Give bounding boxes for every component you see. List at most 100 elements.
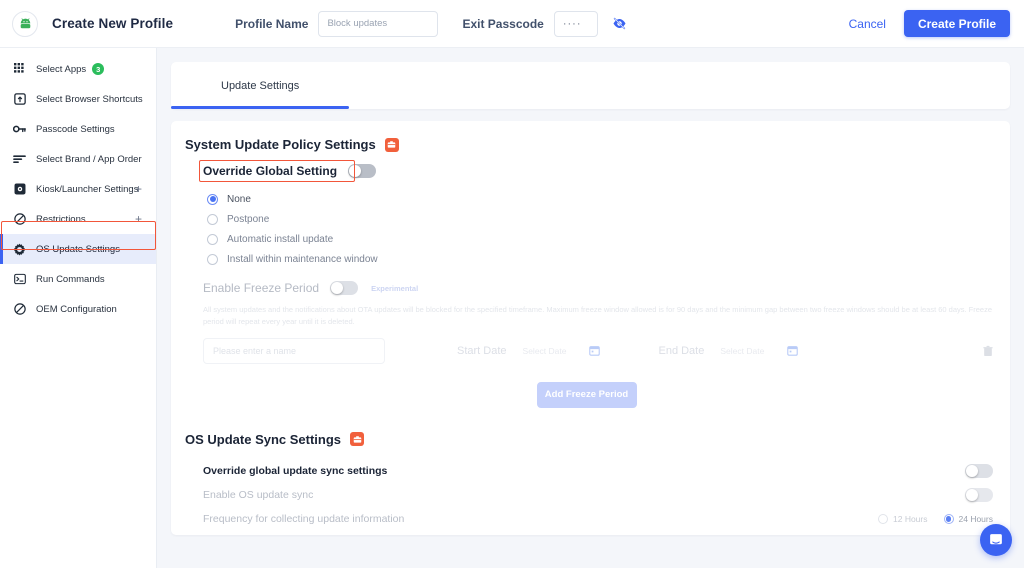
override-global-setting-row: Override Global Setting [203, 164, 377, 178]
radio-option-none[interactable]: None [207, 189, 988, 209]
profile-name-label: Profile Name [235, 16, 309, 31]
experimental-badge: Experimental [371, 283, 419, 293]
key-icon [12, 122, 27, 137]
radio-icon [207, 253, 218, 265]
sidebar-item-label: Select Browser Shortcuts [36, 93, 143, 105]
frequency-option-24-hours[interactable]: 24 Hours [943, 513, 993, 524]
radio-icon [207, 233, 218, 245]
start-date-input[interactable]: Select Date [523, 346, 567, 356]
sidebar-item-os-update-settings[interactable]: OS Update Settings [0, 234, 156, 264]
exit-passcode-value: ···· [562, 17, 582, 30]
cancel-button[interactable]: Cancel [849, 17, 886, 31]
tab-active-underline [171, 106, 349, 109]
add-freeze-period-button[interactable]: Add Freeze Period [536, 381, 637, 408]
sidebar-item-restrictions[interactable]: Restrictions + [0, 204, 156, 234]
end-date-label: End Date [658, 344, 705, 357]
sidebar-item-label: OEM Configuration [36, 303, 117, 315]
tabs-bar: Update Settings [171, 62, 1010, 109]
toggle-knob [349, 165, 362, 177]
sidebar: Select Apps 3 Select Browser Shortcuts P… [0, 48, 157, 568]
kiosk-icon [12, 182, 27, 197]
frequency-options: 12 Hours 24 Hours [878, 513, 993, 524]
sidebar-item-label: Passcode Settings [36, 123, 115, 135]
sidebar-item-select-browser-shortcuts[interactable]: Select Browser Shortcuts [0, 84, 156, 114]
create-profile-button[interactable]: Create Profile [903, 10, 1010, 37]
exit-passcode-label: Exit Passcode [462, 16, 544, 31]
block-circle-icon [12, 212, 27, 227]
toggle-knob [331, 282, 344, 294]
system-update-policy-header: System Update Policy Settings [185, 137, 988, 152]
freeze-period-name-input[interactable]: Please enter a name [203, 337, 385, 364]
browser-shortcut-icon [12, 92, 27, 107]
trash-icon[interactable] [982, 344, 993, 357]
tab-label: Update Settings [221, 79, 300, 92]
override-global-setting-label: Override Global Setting [203, 164, 338, 178]
terminal-icon [12, 272, 27, 287]
start-date-label: Start Date [457, 344, 507, 357]
tab-update-settings[interactable]: Update Settings [221, 62, 299, 109]
sidebar-item-kiosk-launcher-settings[interactable]: Kiosk/Launcher Settings + [0, 174, 156, 204]
sidebar-item-oem-configuration[interactable]: OEM Configuration [0, 294, 156, 324]
main-content: Update Settings System Update Policy Set… [157, 48, 1024, 568]
override-global-sync-label: Override global update sync settings [203, 464, 388, 477]
section-title: System Update Policy Settings [185, 137, 376, 152]
freeze-period-name-placeholder: Please enter a name [213, 345, 297, 356]
radio-option-postpone[interactable]: Postpone [207, 209, 988, 229]
sidebar-item-label: Select Apps [36, 63, 87, 75]
os-update-sync-header: OS Update Sync Settings [185, 432, 988, 447]
radio-option-install-within-maintenance-window[interactable]: Install within maintenance window [207, 249, 988, 269]
eye-off-icon[interactable] [612, 16, 628, 32]
calendar-icon[interactable] [786, 345, 798, 357]
override-global-sync-control [965, 463, 993, 478]
frequency-label: Frequency for collecting update informat… [203, 512, 405, 525]
frequency-option-12-hours[interactable]: 12 Hours [878, 513, 928, 524]
enable-os-update-sync-control [965, 487, 993, 502]
radio-label: Install within maintenance window [227, 253, 378, 265]
profile-name-placeholder: Block updates [327, 18, 388, 29]
exit-passcode-input[interactable]: ···· [553, 10, 598, 37]
work-briefcase-icon [350, 432, 365, 447]
sidebar-item-label: Kiosk/Launcher Settings [36, 183, 139, 195]
select-apps-count-badge: 3 [92, 63, 105, 75]
freeze-period-entry-row: Please enter a name Start Date Select Da… [203, 337, 993, 364]
toggle-knob [966, 488, 978, 501]
sidebar-item-label: OS Update Settings [36, 243, 120, 255]
enable-os-update-sync-row: Enable OS update sync [203, 483, 993, 507]
radio-icon [207, 213, 218, 225]
gear-icon [12, 242, 27, 257]
sidebar-item-label: Restrictions [36, 213, 86, 225]
frequency-option-label: 12 Hours [893, 513, 928, 524]
exit-passcode-group: Exit Passcode ···· [462, 10, 628, 37]
sidebar-item-label: Run Commands [36, 273, 105, 285]
end-date-input[interactable]: Select Date [720, 346, 764, 356]
expand-icon[interactable]: + [135, 183, 142, 195]
block-circle-icon [12, 302, 27, 317]
settings-panel: System Update Policy Settings Override G… [171, 121, 1010, 535]
sort-lines-icon [12, 152, 27, 167]
toggle-knob [966, 464, 978, 477]
override-global-sync-row: Override global update sync settings [203, 459, 993, 483]
sidebar-item-passcode-settings[interactable]: Passcode Settings [0, 114, 156, 144]
enable-os-update-sync-toggle[interactable] [965, 487, 993, 502]
sidebar-item-select-apps[interactable]: Select Apps 3 [0, 54, 156, 84]
frequency-row: Frequency for collecting update informat… [203, 507, 993, 531]
profile-name-group: Profile Name Block updates [235, 10, 439, 37]
profile-name-input[interactable]: Block updates [318, 10, 439, 37]
enable-os-update-sync-label: Enable OS update sync [203, 488, 314, 501]
top-bar: Create New Profile Profile Name Block up… [0, 0, 1024, 48]
radio-label: None [227, 193, 251, 205]
work-briefcase-icon [384, 137, 399, 152]
grid-apps-icon [12, 62, 27, 77]
enable-freeze-period-toggle[interactable] [330, 281, 359, 295]
sidebar-item-select-brand-app-order[interactable]: Select Brand / App Order [0, 144, 156, 174]
calendar-icon[interactable] [588, 345, 600, 357]
chat-bubble-icon[interactable] [980, 524, 1012, 556]
override-global-sync-toggle[interactable] [965, 463, 993, 478]
sidebar-item-run-commands[interactable]: Run Commands [0, 264, 156, 294]
override-global-setting-toggle[interactable] [348, 164, 377, 178]
radio-label: Automatic install update [227, 233, 334, 245]
update-policy-options: None Postpone Automatic install update I… [207, 189, 988, 269]
enable-freeze-period-row: Enable Freeze Period Experimental [203, 281, 988, 295]
radio-option-automatic-install-update[interactable]: Automatic install update [207, 229, 988, 249]
expand-icon[interactable]: + [135, 213, 142, 225]
